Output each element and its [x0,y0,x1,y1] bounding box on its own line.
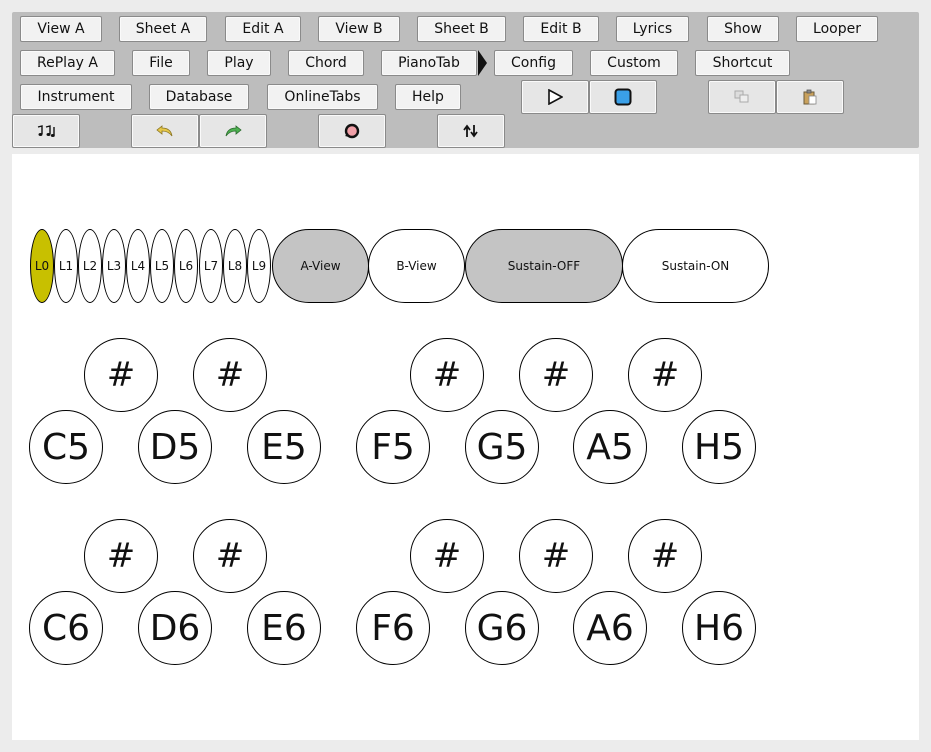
key-d5[interactable]: D5 [138,410,212,484]
layer-l7[interactable]: L7 [199,229,223,303]
view-a-button[interactable]: View A [20,16,102,42]
play-icon [548,89,563,105]
layer-l9[interactable]: L9 [247,229,271,303]
chord-button[interactable]: Chord [288,50,364,76]
edit-b-button[interactable]: Edit B [523,16,599,42]
key-a6[interactable]: A6 [573,591,647,665]
key-g-sharp-6[interactable]: # [519,519,593,593]
replay-a-button[interactable]: RePlay A [20,50,115,76]
record-icon [344,123,360,139]
paste-icon [803,89,817,105]
play-button[interactable]: Play [207,50,271,76]
key-a-sharp-6[interactable]: # [628,519,702,593]
sustain-off-button[interactable]: Sustain-OFF [465,229,623,303]
key-g5[interactable]: G5 [465,410,539,484]
view-b-button[interactable]: View B [318,16,400,42]
a-view-button[interactable]: A-View [272,229,369,303]
swap-button[interactable] [437,114,505,148]
layer-l8[interactable]: L8 [223,229,247,303]
key-a-sharp-5[interactable]: # [628,338,702,412]
submenu-arrow-icon[interactable] [478,50,487,76]
file-button[interactable]: File [132,50,190,76]
help-button[interactable]: Help [395,84,461,110]
layer-l1[interactable]: L1 [54,229,78,303]
database-button[interactable]: Database [149,84,249,110]
key-d-sharp-5[interactable]: # [193,338,267,412]
key-d6[interactable]: D6 [138,591,212,665]
layer-l5[interactable]: L5 [150,229,174,303]
config-button[interactable]: Config [494,50,573,76]
pianotab-button[interactable]: PianoTab [381,50,477,76]
key-f5[interactable]: F5 [356,410,430,484]
edit-a-button[interactable]: Edit A [225,16,301,42]
layer-l4[interactable]: L4 [126,229,150,303]
redo-icon [225,125,242,137]
b-view-button[interactable]: B-View [368,229,465,303]
layer-l0[interactable]: L0 [30,229,54,303]
key-h6[interactable]: H6 [682,591,756,665]
key-h5[interactable]: H5 [682,410,756,484]
record-button[interactable] [318,114,386,148]
key-c-sharp-5[interactable]: # [84,338,158,412]
key-c5[interactable]: C5 [29,410,103,484]
copy-icon [734,90,749,103]
undo-button[interactable] [131,114,199,148]
onlinetabs-button[interactable]: OnlineTabs [267,84,378,110]
copy-button[interactable] [708,80,776,114]
paste-button[interactable] [776,80,844,114]
sheet-a-button[interactable]: Sheet A [119,16,207,42]
layer-l6[interactable]: L6 [174,229,198,303]
key-f6[interactable]: F6 [356,591,430,665]
key-g6[interactable]: G6 [465,591,539,665]
key-a5[interactable]: A5 [573,410,647,484]
lyrics-button[interactable]: Lyrics [616,16,689,42]
shortcut-button[interactable]: Shortcut [695,50,790,76]
key-c6[interactable]: C6 [29,591,103,665]
instrument-button[interactable]: Instrument [20,84,132,110]
sheet-b-button[interactable]: Sheet B [417,16,506,42]
stop-transport-button[interactable] [589,80,657,114]
notes-icon [37,125,55,137]
key-g-sharp-5[interactable]: # [519,338,593,412]
looper-button[interactable]: Looper [796,16,878,42]
custom-button[interactable]: Custom [590,50,678,76]
swap-icon [463,124,478,138]
layer-l3[interactable]: L3 [102,229,126,303]
sustain-on-button[interactable]: Sustain-ON [622,229,769,303]
layer-l2[interactable]: L2 [78,229,102,303]
notes-button[interactable] [12,114,80,148]
play-transport-button[interactable] [521,80,589,114]
show-button[interactable]: Show [707,16,779,42]
key-f-sharp-5[interactable]: # [410,338,484,412]
key-f-sharp-6[interactable]: # [410,519,484,593]
key-e6[interactable]: E6 [247,591,321,665]
redo-button[interactable] [199,114,267,148]
key-c-sharp-6[interactable]: # [84,519,158,593]
key-e5[interactable]: E5 [247,410,321,484]
undo-icon [156,125,173,137]
stop-icon [614,88,632,106]
key-d-sharp-6[interactable]: # [193,519,267,593]
